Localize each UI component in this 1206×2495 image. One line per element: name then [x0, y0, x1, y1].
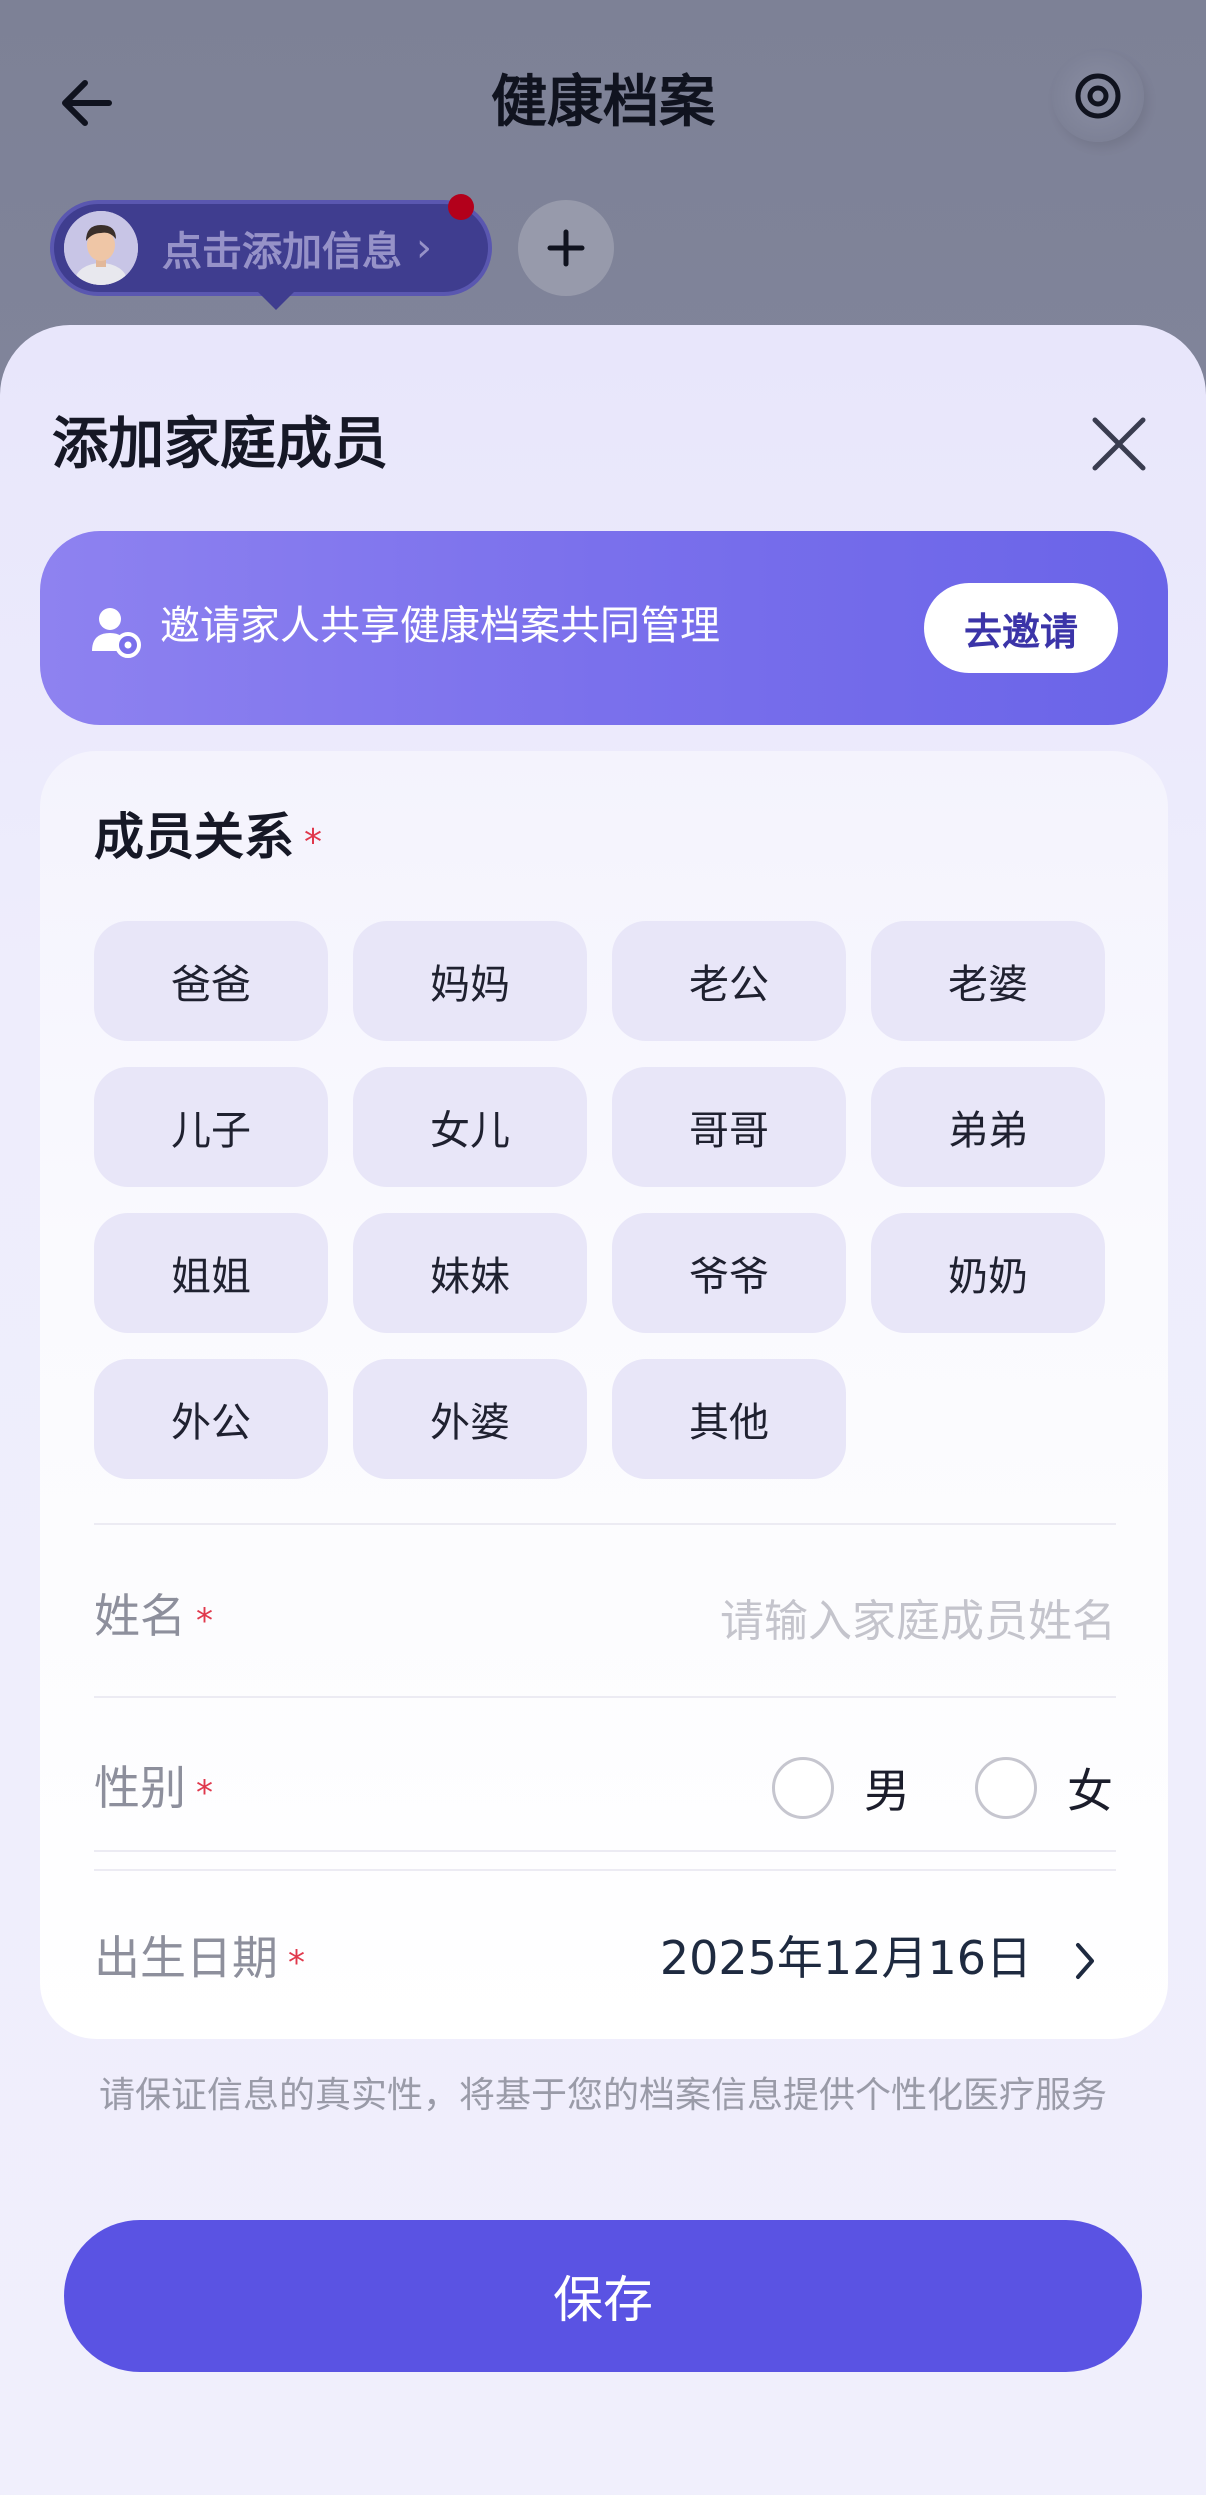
close-icon — [1092, 417, 1146, 471]
add-member-button[interactable] — [518, 200, 614, 296]
close-button[interactable] — [1086, 411, 1152, 477]
invite-banner: 邀请家人共享健康档案共同管理 去邀请 — [40, 531, 1168, 725]
required-mark: * — [196, 1601, 213, 1641]
user-add-icon — [92, 608, 141, 658]
divider — [94, 1523, 1116, 1525]
privacy-notice: 请保证信息的真实性，将基于您的档案信息提供个性化医疗服务 — [98, 2075, 1107, 2116]
target-icon — [1075, 73, 1121, 119]
sheet-title: 添加家庭成员 — [52, 412, 388, 477]
radio-button[interactable] — [772, 1757, 834, 1819]
birth-label-text: 出生日期 — [94, 1931, 278, 1985]
name-input[interactable] — [600, 1586, 1116, 1656]
gender-option-label: 男 — [864, 1764, 910, 1818]
birth-date-value[interactable]: 2025年12月16日 — [600, 1925, 1032, 1991]
divider — [94, 1869, 1116, 1871]
save-button[interactable]: 保存 — [64, 2220, 1142, 2372]
divider — [94, 1696, 1116, 1698]
notification-dot — [448, 194, 474, 220]
name-label: 姓名 * — [94, 1583, 213, 1654]
gender-option-label: 女 — [1067, 1764, 1113, 1818]
gender-label-text: 性别 — [94, 1761, 186, 1815]
page-title: 健康档案 — [491, 70, 715, 135]
chip-pointer — [258, 292, 294, 310]
profile-chip-label: 点击添加信息 — [162, 229, 402, 275]
birth-label: 出生日期 * — [94, 1925, 305, 1996]
profile-chip[interactable]: 点击添加信息 › — [50, 200, 492, 296]
name-label-text: 姓名 — [94, 1589, 186, 1643]
gender-option-male[interactable]: 男 — [772, 1755, 910, 1821]
settings-button[interactable] — [1052, 50, 1144, 142]
invite-text: 邀请家人共享健康档案共同管理 — [160, 603, 720, 649]
required-mark: * — [196, 1773, 213, 1813]
invite-button[interactable]: 去邀请 — [924, 583, 1118, 673]
form-fields: 姓名* 性别* 男 女 出生日期* 2025年12月16日 — [40, 751, 1168, 2039]
radio-button[interactable] — [975, 1757, 1037, 1819]
gender-label: 性别 * — [94, 1755, 213, 1826]
required-mark: * — [288, 1943, 305, 1983]
avatar — [64, 211, 138, 285]
chevron-right-icon[interactable] — [1074, 1941, 1096, 1981]
plus-icon — [547, 229, 585, 267]
chevron-right-icon: › — [416, 225, 432, 271]
gender-option-female[interactable]: 女 — [975, 1755, 1113, 1821]
